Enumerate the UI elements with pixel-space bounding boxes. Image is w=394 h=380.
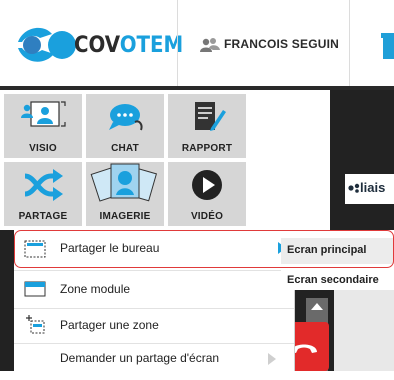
tool-imagerie[interactable]: IMAGERIE bbox=[86, 162, 164, 226]
module-zone-icon bbox=[24, 281, 46, 297]
users-icon[interactable] bbox=[199, 37, 221, 53]
tool-label: RAPPORT bbox=[181, 143, 233, 154]
report-pen-icon bbox=[168, 100, 246, 136]
submenu-arrow-icon bbox=[268, 353, 276, 365]
chat-bubble-icon bbox=[86, 100, 164, 136]
selection-highlight bbox=[14, 230, 394, 268]
tools-panel: VISIO CHAT RAPPORT PARTAGE IMAGERIE VIDÉ… bbox=[0, 90, 280, 230]
liaison-label: liais bbox=[348, 180, 385, 195]
menu-item-label: Partager une zone bbox=[60, 318, 159, 332]
tool-label: IMAGERIE bbox=[99, 211, 151, 222]
tool-rapport[interactable]: RAPPORT bbox=[168, 94, 246, 158]
tool-chat[interactable]: CHAT bbox=[86, 94, 164, 158]
header-divider bbox=[177, 0, 178, 86]
link-icon bbox=[348, 183, 360, 193]
share-arrows-icon bbox=[4, 168, 82, 204]
logo-wordmark: COVOTEM bbox=[74, 33, 184, 58]
tool-label: VISIO bbox=[29, 143, 57, 154]
menu-item-partager-zone[interactable]: Partager une zone bbox=[14, 309, 294, 345]
tool-video[interactable]: VIDÉO bbox=[168, 162, 246, 226]
app-header: COVOTEM FRANCOIS SEGUIN bbox=[0, 0, 394, 86]
notification-icon[interactable] bbox=[381, 33, 394, 59]
zone-select-icon bbox=[24, 315, 46, 334]
menu-item-zone-module[interactable]: Zone module bbox=[14, 271, 294, 307]
menu-item-label: Demander un partage d'écran bbox=[60, 351, 220, 365]
submenu-item-ecran-secondaire[interactable]: Ecran secondaire bbox=[281, 270, 394, 292]
tool-label: VIDÉO bbox=[190, 211, 224, 222]
imagery-photos-icon bbox=[86, 162, 164, 202]
menu-item-demander-partage[interactable]: Demander un partage d'écran bbox=[14, 344, 294, 380]
user-name[interactable]: FRANCOIS SEGUIN bbox=[224, 37, 339, 51]
tool-visio[interactable]: VISIO bbox=[4, 94, 82, 158]
menu-item-label: Zone module bbox=[60, 282, 131, 296]
play-circle-icon bbox=[168, 168, 246, 204]
scroll-up-arrow-icon[interactable] bbox=[311, 303, 323, 310]
tool-partage[interactable]: PARTAGE bbox=[4, 162, 82, 226]
tool-label: CHAT bbox=[111, 143, 139, 154]
video-conference-icon bbox=[4, 100, 82, 136]
header-divider bbox=[349, 0, 350, 86]
submenu-item-label: Ecran secondaire bbox=[287, 274, 379, 286]
tool-label: PARTAGE bbox=[18, 211, 68, 222]
